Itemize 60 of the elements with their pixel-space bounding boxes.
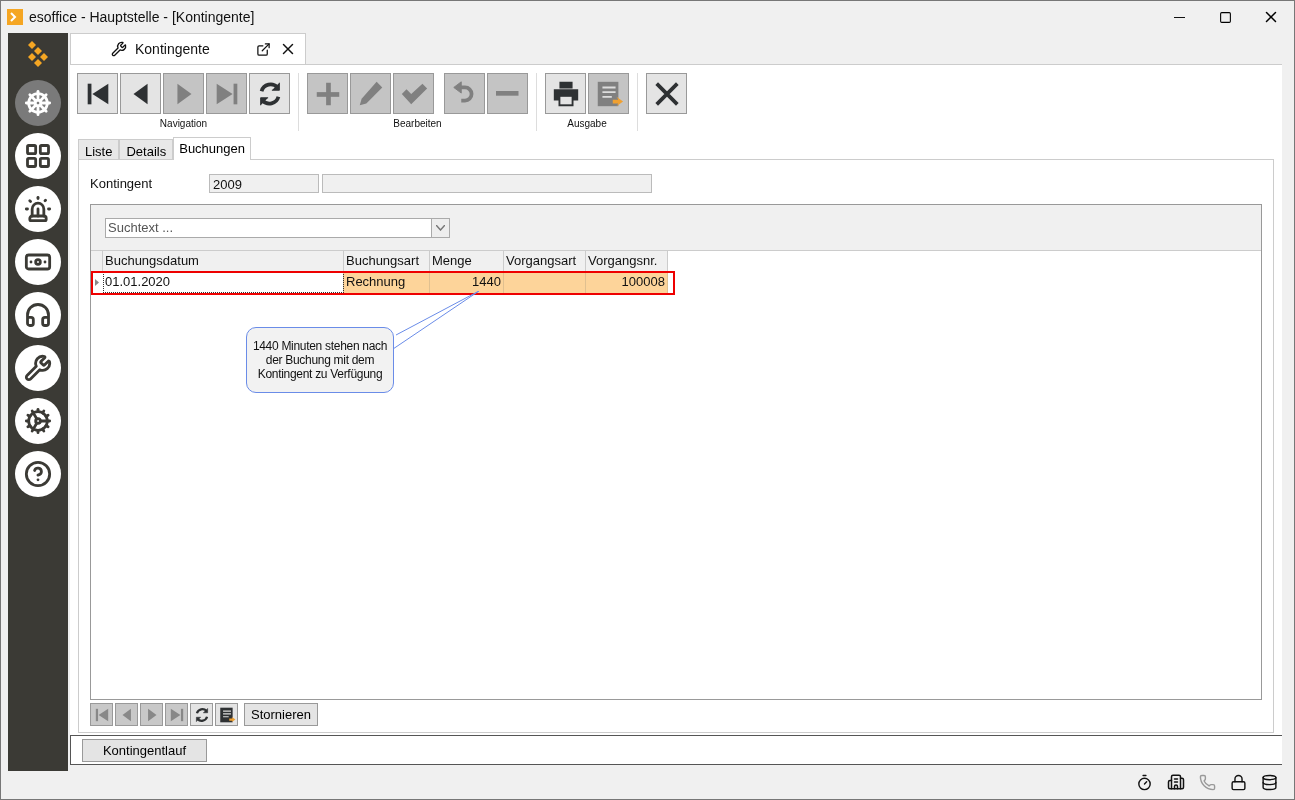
wrench-icon bbox=[111, 41, 127, 57]
description-field[interactable] bbox=[322, 174, 652, 193]
app-logo-icon bbox=[7, 9, 23, 25]
callout-note: 1440 Minuten stehen nach der Buchung mit dem Kontingent zu Verfügung bbox=[246, 327, 394, 393]
sidebar-button[interactable] bbox=[15, 292, 61, 338]
document-tab-label: Kontingente bbox=[135, 41, 211, 57]
toolbar-button[interactable] bbox=[77, 73, 118, 114]
minus-icon bbox=[496, 91, 519, 96]
pop-out-icon[interactable] bbox=[256, 41, 271, 57]
table-cell: Rechnung bbox=[344, 272, 430, 293]
sidebar-button[interactable] bbox=[15, 451, 61, 497]
sidebar-button[interactable] bbox=[15, 239, 61, 285]
headset-icon bbox=[24, 301, 52, 329]
document-tab[interactable]: Kontingente bbox=[70, 33, 306, 64]
lock-icon[interactable] bbox=[1230, 773, 1247, 791]
siren-icon bbox=[24, 195, 52, 223]
grid-icon bbox=[24, 142, 52, 170]
dropdown-button[interactable] bbox=[431, 217, 450, 238]
table-cell: 01.01.2020 bbox=[103, 272, 344, 293]
tab[interactable]: Liste bbox=[78, 139, 120, 160]
group-label: Navigation bbox=[159, 118, 208, 129]
stopwatch-icon[interactable] bbox=[1136, 773, 1153, 791]
tab[interactable]: Buchungen bbox=[173, 137, 251, 160]
sidebar-button[interactable] bbox=[15, 345, 61, 391]
search-field[interactable]: Suchtext ... bbox=[105, 217, 431, 238]
table-cell: 100008 bbox=[586, 272, 668, 293]
building-icon[interactable] bbox=[1167, 773, 1185, 791]
tab[interactable]: Details bbox=[119, 139, 174, 160]
help-icon bbox=[24, 460, 52, 488]
window-title: esoffice - Hauptstelle - [Kontingente] bbox=[29, 9, 256, 25]
grid-nav-button[interactable] bbox=[190, 703, 213, 726]
sidebar-button[interactable] bbox=[15, 133, 61, 179]
kontingent-field[interactable]: 2009 bbox=[209, 174, 319, 193]
ship-wheel-icon bbox=[24, 89, 52, 117]
table-cell: 1440 bbox=[430, 272, 504, 293]
grid-nav-button[interactable] bbox=[215, 703, 238, 726]
group-label: Ausgabe bbox=[567, 118, 607, 129]
sidebar-button[interactable] bbox=[15, 80, 61, 126]
column-header[interactable]: Menge bbox=[430, 251, 504, 272]
group-label: Bearbeiten bbox=[393, 118, 442, 129]
toolbar-button[interactable] bbox=[646, 73, 687, 114]
toolbar-button[interactable] bbox=[545, 73, 586, 114]
field-label: Kontingent bbox=[90, 176, 154, 191]
sidebar-button[interactable] bbox=[15, 398, 61, 444]
column-header[interactable]: Vorgangsnr. bbox=[586, 251, 668, 272]
app-logo-icon bbox=[28, 39, 48, 69]
maximize-icon bbox=[1218, 10, 1232, 24]
column-header[interactable]: Vorgangsart bbox=[504, 251, 586, 272]
wrench-icon bbox=[24, 354, 52, 382]
database-icon[interactable] bbox=[1261, 773, 1278, 791]
toolbar-button[interactable] bbox=[120, 73, 161, 114]
sidebar-button[interactable] bbox=[15, 186, 61, 232]
column-header[interactable]: Buchungsart bbox=[344, 251, 430, 272]
stornieren-button[interactable]: Stornieren bbox=[244, 703, 318, 726]
kontingentlauf-button[interactable]: Kontingentlauf bbox=[82, 738, 207, 762]
gear-icon bbox=[24, 407, 52, 435]
minimize-icon bbox=[1173, 16, 1185, 18]
column-header[interactable]: Buchungsdatum bbox=[103, 251, 344, 272]
list-export-icon bbox=[217, 705, 236, 724]
toolbar-button[interactable] bbox=[249, 73, 290, 114]
